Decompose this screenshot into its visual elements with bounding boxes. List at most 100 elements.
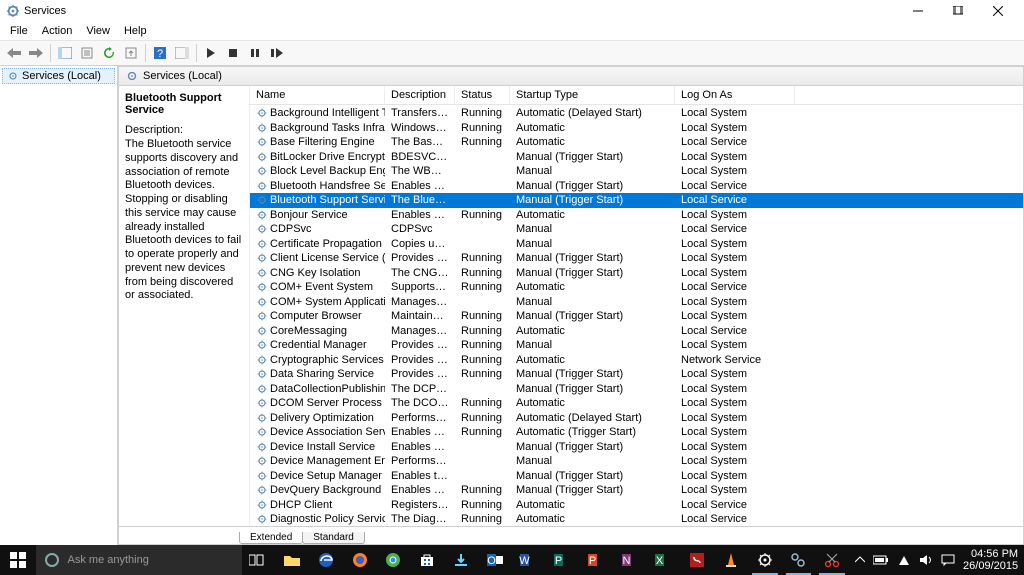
svg-text:?: ?: [157, 48, 163, 60]
app-outlook[interactable]: O: [478, 545, 512, 575]
service-row[interactable]: COM+ System ApplicationManages th...Manu…: [250, 295, 1023, 310]
service-startup: Manual (Trigger Start): [510, 484, 675, 496]
taskbar[interactable]: Ask me anything O W P P N X 04:56 PM 26/…: [0, 545, 1024, 575]
service-row[interactable]: CNG Key IsolationThe CNG ke...RunningMan…: [250, 266, 1023, 281]
service-name: Computer Browser: [270, 310, 362, 322]
app-settings[interactable]: [748, 545, 782, 575]
service-row[interactable]: Client License Service (ClipS...Provides…: [250, 251, 1023, 266]
stop-service-button[interactable]: [223, 43, 243, 63]
tray-battery-icon[interactable]: [873, 555, 889, 565]
app-store[interactable]: [410, 545, 444, 575]
app-publisher[interactable]: P: [545, 545, 579, 575]
show-hide-tree-button[interactable]: [55, 43, 75, 63]
system-tray[interactable]: 04:56 PM 26/09/2015: [849, 548, 1024, 572]
start-button[interactable]: [0, 545, 36, 575]
col-logon[interactable]: Log On As: [675, 86, 795, 104]
app-powerpoint[interactable]: P: [579, 545, 613, 575]
service-status: Running: [455, 339, 510, 351]
tray-clock[interactable]: 04:56 PM 26/09/2015: [963, 548, 1018, 572]
service-row[interactable]: Background Intelligent Tran...Transfers …: [250, 106, 1023, 121]
col-status[interactable]: Status: [455, 86, 510, 104]
service-row[interactable]: Delivery OptimizationPerforms co...Runni…: [250, 411, 1023, 426]
menu-view[interactable]: View: [80, 24, 116, 38]
service-row[interactable]: Base Filtering EngineThe Base Fil...Runn…: [250, 135, 1023, 150]
service-row[interactable]: Credential ManagerProvides se...RunningM…: [250, 338, 1023, 353]
menu-action[interactable]: Action: [36, 24, 79, 38]
app-edge[interactable]: [309, 545, 343, 575]
service-row[interactable]: Bluetooth Support ServiceThe Bluetoo...M…: [250, 193, 1023, 208]
menu-help[interactable]: Help: [118, 24, 153, 38]
back-button[interactable]: [4, 43, 24, 63]
app-word[interactable]: W: [512, 545, 546, 575]
service-name: COM+ Event System: [270, 281, 373, 293]
console-tree[interactable]: Services (Local): [0, 66, 118, 545]
close-button[interactable]: [978, 1, 1018, 21]
app-downloads[interactable]: [444, 545, 478, 575]
app-snipping[interactable]: [815, 545, 849, 575]
service-row[interactable]: CDPSvcCDPSvcManualLocal Service: [250, 222, 1023, 237]
service-startup: Manual (Trigger Start): [510, 383, 675, 395]
app-acrobat[interactable]: [680, 545, 714, 575]
app-vlc[interactable]: [714, 545, 748, 575]
service-row[interactable]: Device Association ServiceEnables pair..…: [250, 425, 1023, 440]
service-startup: Manual (Trigger Start): [510, 441, 675, 453]
column-headers[interactable]: Name Description Status Startup Type Log…: [250, 86, 1023, 105]
action-pane-button[interactable]: [172, 43, 192, 63]
app-firefox[interactable]: [343, 545, 377, 575]
service-row[interactable]: Computer BrowserMaintains a...RunningMan…: [250, 309, 1023, 324]
app-file-explorer[interactable]: [275, 545, 309, 575]
app-excel[interactable]: X: [647, 545, 681, 575]
service-row[interactable]: DataCollectionPublishingSe...The DCP (D.…: [250, 382, 1023, 397]
forward-button[interactable]: [26, 43, 46, 63]
service-row[interactable]: Certificate PropagationCopies user ...Ma…: [250, 237, 1023, 252]
tray-volume-icon[interactable]: [919, 554, 933, 566]
service-row[interactable]: CoreMessagingManages co...RunningAutomat…: [250, 324, 1023, 339]
service-description: CDPSvc: [385, 223, 455, 235]
minimize-button[interactable]: [898, 1, 938, 21]
service-row[interactable]: Diagnostic Policy ServiceThe Diagno...Ru…: [250, 512, 1023, 526]
service-row[interactable]: Device Install ServiceEnables a c...Manu…: [250, 440, 1023, 455]
service-row[interactable]: Block Level Backup Engine ...The WBENG..…: [250, 164, 1023, 179]
tree-services-local[interactable]: Services (Local): [2, 68, 115, 84]
service-row[interactable]: Data Sharing ServiceProvides da...Runnin…: [250, 367, 1023, 382]
properties-button[interactable]: [77, 43, 97, 63]
menu-file[interactable]: File: [4, 24, 34, 38]
refresh-button[interactable]: [99, 43, 119, 63]
service-row[interactable]: Device Setup ManagerEnables the ...Manua…: [250, 469, 1023, 484]
service-row[interactable]: Bonjour ServiceEnables har...RunningAuto…: [250, 208, 1023, 223]
service-list[interactable]: Name Description Status Startup Type Log…: [249, 86, 1023, 526]
service-row[interactable]: Background Tasks Infrastru...Windows in.…: [250, 121, 1023, 136]
main-panel: Services (Local) Bluetooth Support Servi…: [118, 66, 1024, 545]
tab-extended[interactable]: Extended: [239, 532, 303, 544]
pause-service-button[interactable]: [245, 43, 265, 63]
app-services[interactable]: [782, 545, 816, 575]
help-button[interactable]: ?: [150, 43, 170, 63]
service-row[interactable]: Device Management Enroll...Performs D...…: [250, 454, 1023, 469]
tray-network-icon[interactable]: [897, 554, 911, 566]
col-startup[interactable]: Startup Type: [510, 86, 675, 104]
maximize-button[interactable]: [938, 1, 978, 21]
service-row[interactable]: COM+ Event SystemSupports Sy...RunningAu…: [250, 280, 1023, 295]
start-service-button[interactable]: [201, 43, 221, 63]
search-box[interactable]: Ask me anything: [36, 545, 242, 575]
service-row[interactable]: Bluetooth Handsfree ServiceEnables wir..…: [250, 179, 1023, 194]
service-row[interactable]: DCOM Server Process Laun...The DCOM...Ru…: [250, 396, 1023, 411]
service-logon: Local System: [675, 252, 795, 264]
export-button[interactable]: [121, 43, 141, 63]
service-name: Device Install Service: [270, 441, 375, 453]
col-name[interactable]: Name: [250, 86, 385, 104]
col-description[interactable]: Description: [385, 86, 455, 104]
service-row[interactable]: DHCP ClientRegisters an...RunningAutomat…: [250, 498, 1023, 513]
app-chrome[interactable]: [377, 545, 411, 575]
service-row[interactable]: BitLocker Drive Encryption ...BDESVC hos…: [250, 150, 1023, 165]
task-view-button[interactable]: [242, 545, 276, 575]
service-row[interactable]: DevQuery Background Disc...Enables app..…: [250, 483, 1023, 498]
service-description: Provides thr...: [385, 354, 455, 366]
tray-chevron-icon[interactable]: [855, 555, 865, 565]
tab-standard[interactable]: Standard: [302, 532, 365, 544]
tray-notifications-icon[interactable]: [941, 554, 955, 566]
service-row[interactable]: Cryptographic ServicesProvides thr...Run…: [250, 353, 1023, 368]
restart-service-button[interactable]: [267, 43, 287, 63]
app-onenote[interactable]: N: [613, 545, 647, 575]
service-status: Running: [455, 499, 510, 511]
